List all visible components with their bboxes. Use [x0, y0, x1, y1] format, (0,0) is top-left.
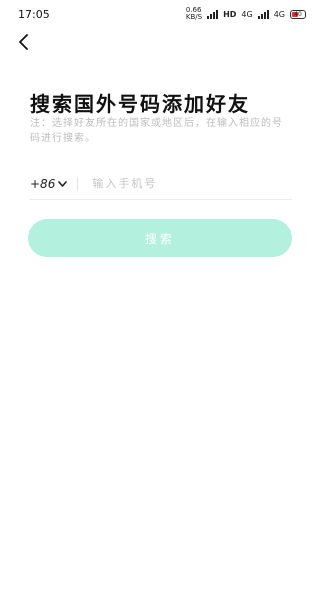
network-speed-unit: KB/S — [185, 13, 203, 21]
status-time: 17:05 — [18, 7, 50, 21]
chevron-down-icon — [58, 180, 68, 187]
hint-text: 注：选择好友所在的国家或地区后，在输入相应的号码进行搜索。 — [30, 118, 283, 144]
battery-icon: 40 — [290, 9, 306, 19]
search-button[interactable]: 搜索 — [28, 219, 292, 257]
row-divider — [77, 176, 79, 191]
status-bar: 17:05 0.66 KB/S HD 4G 4G 40 — [0, 0, 320, 28]
signal-bars-icon — [207, 9, 219, 19]
network-type-1: 4G — [241, 9, 253, 19]
page-title: 搜索国外号码添加好友 — [30, 92, 250, 116]
phone-input-row: +86 — [30, 168, 292, 200]
signal-strength-icon — [257, 9, 269, 19]
country-code-label: +86 — [30, 176, 56, 191]
network-speed: 0.66 KB/S — [186, 7, 202, 21]
status-icons: 0.66 KB/S HD 4G 4G 40 — [186, 7, 306, 21]
back-button[interactable] — [12, 30, 36, 54]
network-type-2: 4G — [273, 9, 285, 19]
country-code-selector[interactable]: +86 — [30, 176, 68, 191]
hd-badge: HD — [223, 9, 237, 19]
battery-level: 40 — [294, 10, 302, 18]
phone-number-input[interactable] — [92, 177, 292, 190]
chevron-left-icon — [19, 34, 28, 50]
